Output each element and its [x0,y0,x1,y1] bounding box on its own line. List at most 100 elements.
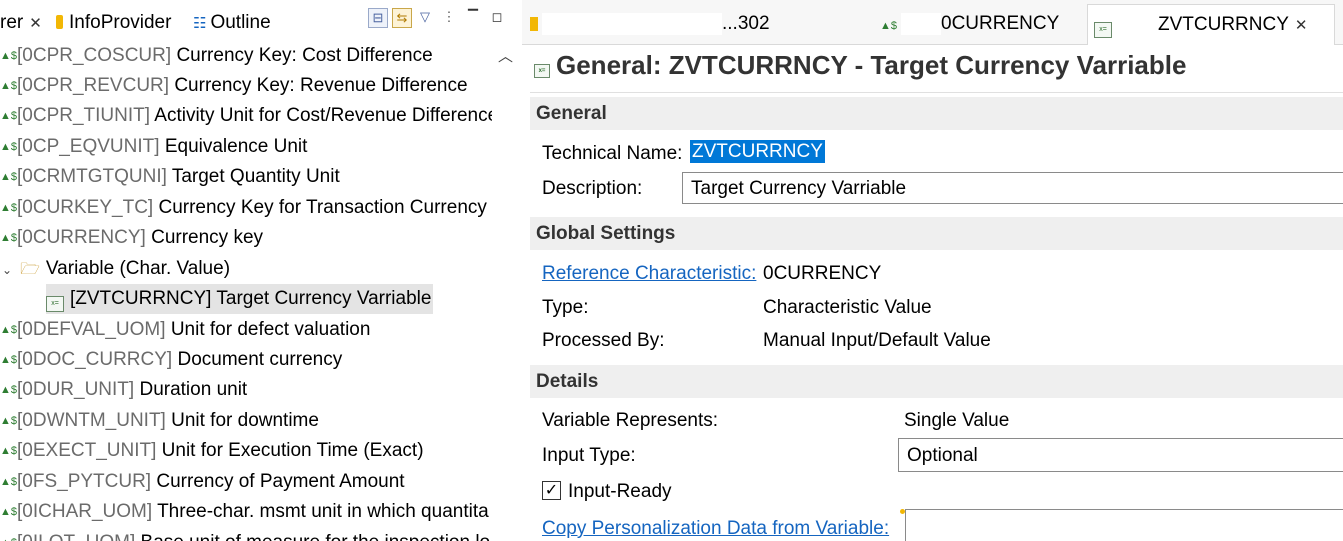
section-general[interactable]: General [530,97,1343,130]
editor-tab-3-active[interactable]: x= ZVTCURRNCY ✕ [1087,4,1335,45]
tree-item[interactable]: ▲$[0EXECT_UNIT] Unit for Execution Time … [0,436,424,466]
variable-icon: x= [46,296,64,312]
tree-item[interactable]: ▲$[0CURKEY_TC] Currency Key for Transact… [0,193,487,223]
variable-represents-value: Single Value [904,410,1010,431]
characteristic-icon: ▲$ [0,384,18,396]
link-with-editor-icon[interactable]: ⇆ [392,8,412,28]
tree-item-tech: [0CP_EQVUNIT] [17,136,160,157]
tree-item[interactable]: ▲$[0DWNTM_UNIT] Unit for downtime [0,406,319,436]
processed-by-value: Manual Input/Default Value [763,330,991,351]
close-icon[interactable]: ✕ [1295,17,1308,34]
tree-item-tech: [0CURRENCY] [17,227,146,248]
tab-infoprovider-label: InfoProvider [69,12,172,33]
tab-explorer[interactable]: rer ✕ [0,12,42,34]
tree-item-tech: [0ICHAR_UOM] [17,501,153,522]
tree-folder-variable[interactable]: ⌄ 🗁 Variable (Char. Value) [2,254,230,284]
copy-personalization-field[interactable] [905,509,1343,541]
copy-personalization-link[interactable]: Copy Personalization Data from Variable: [542,518,889,540]
tree-item-text: Unit for downtime [171,410,319,431]
section-global-settings[interactable]: Global Settings [530,217,1343,250]
tree-item[interactable]: ▲$[0CP_EQVUNIT] Equivalence Unit [0,132,307,162]
folder-icon: 🗁 [20,261,40,278]
tree-item-selected[interactable]: x= [ZVTCURRNCY] Target Currency Varriable [46,284,434,314]
tree-item[interactable]: ▲$[0DOC_CURRCY] Document currency [0,345,342,375]
technical-name-value[interactable]: ZVTCURRNCY [690,140,825,163]
editor-tab-2[interactable]: ▲$ 0CURRENCY [880,8,1080,40]
collapse-all-icon[interactable]: ⊟ [368,8,388,28]
tree-folder-label: Variable (Char. Value) [45,258,231,279]
view-menu-icon[interactable]: ⋮ [440,8,458,26]
tree-item-text: Three-char. msmt unit in which quantita [157,501,489,522]
tree-item-tech: [0CURKEY_TC] [17,197,154,218]
tree-item[interactable]: ▲$[0CPR_COSCUR] Currency Key: Cost Diffe… [0,41,433,71]
characteristic-icon: ▲$ [0,506,18,518]
section-details[interactable]: Details [530,365,1343,398]
tree-item[interactable]: ▲$[0ICHAR_UOM] Three-char. msmt unit in … [0,497,489,527]
tree-item-tech: [0FS_PYTCUR] [17,471,152,492]
reference-characteristic-link[interactable]: Reference Characteristic: [542,263,756,285]
title-separator [530,92,1343,93]
input-type-label: Input Type: [542,445,636,466]
editor-tab-label: 0CURRENCY [941,13,1060,34]
tree-item[interactable]: ▲$[0CRMTGTQUNI] Target Quantity Unit [0,162,340,192]
tree-item[interactable]: ▲$[0FS_PYTCUR] Currency of Payment Amoun… [0,467,405,497]
tree-item-tech: [0ILOT_UOM] [17,532,135,541]
file-icon [530,16,538,31]
characteristic-icon: ▲$ [0,141,18,153]
tree-item-tech: [0CRMTGTQUNI] [17,166,167,187]
tree-item-text: Currency Key: Revenue Difference [174,75,468,96]
characteristic-icon: ▲$ [0,50,18,62]
tab-outline[interactable]: ☷ Outline [193,12,271,34]
technical-name-label: Technical Name: [542,143,683,164]
tree-item-tech: [0CPR_TIUNIT] [17,105,151,126]
tree-item-text: Activity Unit for Cost/Revenue Differenc… [154,105,499,126]
input-ready-label: Input-Ready [568,481,672,502]
close-icon[interactable]: ✕ [29,15,42,32]
characteristic-icon: ▲$ [0,202,18,214]
processed-by-label: Processed By: [542,330,665,351]
tab-outline-label: Outline [210,12,271,33]
tree-item[interactable]: ▲$[0CPR_TIUNIT] Activity Unit for Cost/R… [0,101,498,131]
maximize-icon[interactable]: ◻ [488,8,506,26]
tree-item-text: Document currency [177,349,343,370]
tree-item-text: Unit for Execution Time (Exact) [161,440,424,461]
editor-pane: ...302 ▲$ 0CURRENCY x= ZVTCURRNCY ✕ x= Gener… [522,0,1343,541]
tree-item[interactable]: ▲$[0CPR_REVCUR] Currency Key: Revenue Di… [0,71,468,101]
page-title-text: General: ZVTCURRNCY - Target Currency Va… [556,50,1187,80]
filter-icon[interactable]: ▽ [416,8,434,26]
redacted-area [901,12,942,35]
tree-item-text: Currency Key: Cost Difference [176,45,433,66]
input-type-select[interactable]: Optional [898,438,1343,472]
tab-explorer-label: rer [0,12,24,33]
minimize-icon[interactable]: ▔ [464,8,482,26]
tree-item[interactable]: ▲$[0DEFVAL_UOM] Unit for defect valuatio… [0,315,370,345]
tree-item-text: Currency Key for Transaction Currency [158,197,487,218]
tree-item-text: Currency key [151,227,264,248]
chevron-down-icon[interactable]: ⌄ [2,263,12,277]
description-field[interactable]: Target Currency Varriable [682,172,1343,204]
left-pane: rer ✕ InfoProvider ☷ Outline ⊟ ⇆ ▽ ⋮ ▔ ◻ ▲… [0,0,517,541]
tree-item[interactable]: ▲$[0CURRENCY] Currency key [0,223,263,253]
type-value: Characteristic Value [763,297,932,318]
tab-infoprovider[interactable]: InfoProvider [56,12,171,34]
tree-item-text: Equivalence Unit [164,136,308,157]
tree-item[interactable]: ▲$[0ILOT_UOM] Base unit of measure for t… [0,528,490,541]
tree-item-text: Currency of Payment Amount [156,471,405,492]
tree-item-text: [ZVTCURRNCY] Target Currency Varriable [70,288,432,309]
characteristic-icon: ▲$ [0,110,18,122]
redacted-area [1118,13,1158,36]
infoprovider-icon [56,15,63,29]
tree-item-text: Base unit of measure for the inspection … [141,532,491,541]
editor-tab-1[interactable]: ...302 [530,8,850,40]
tree-item[interactable]: ▲$[0DUR_UNIT] Duration unit [0,375,247,405]
type-label: Type: [542,297,589,318]
technical-name-selected-text: ZVTCURRNCY [690,140,825,163]
tree-item-text: Target Quantity Unit [171,166,340,187]
scroll-up-icon[interactable]: ︿ [498,45,513,66]
redacted-area [542,12,722,35]
tree-item-tech: [0DOC_CURRCY] [17,349,173,370]
tree-item-tech: [0DUR_UNIT] [17,379,135,400]
tree-scrollbar[interactable]: ︿ [492,41,517,541]
characteristic-icon: ▲$ [0,80,18,92]
input-ready-checkbox[interactable]: ✓ [542,481,561,500]
